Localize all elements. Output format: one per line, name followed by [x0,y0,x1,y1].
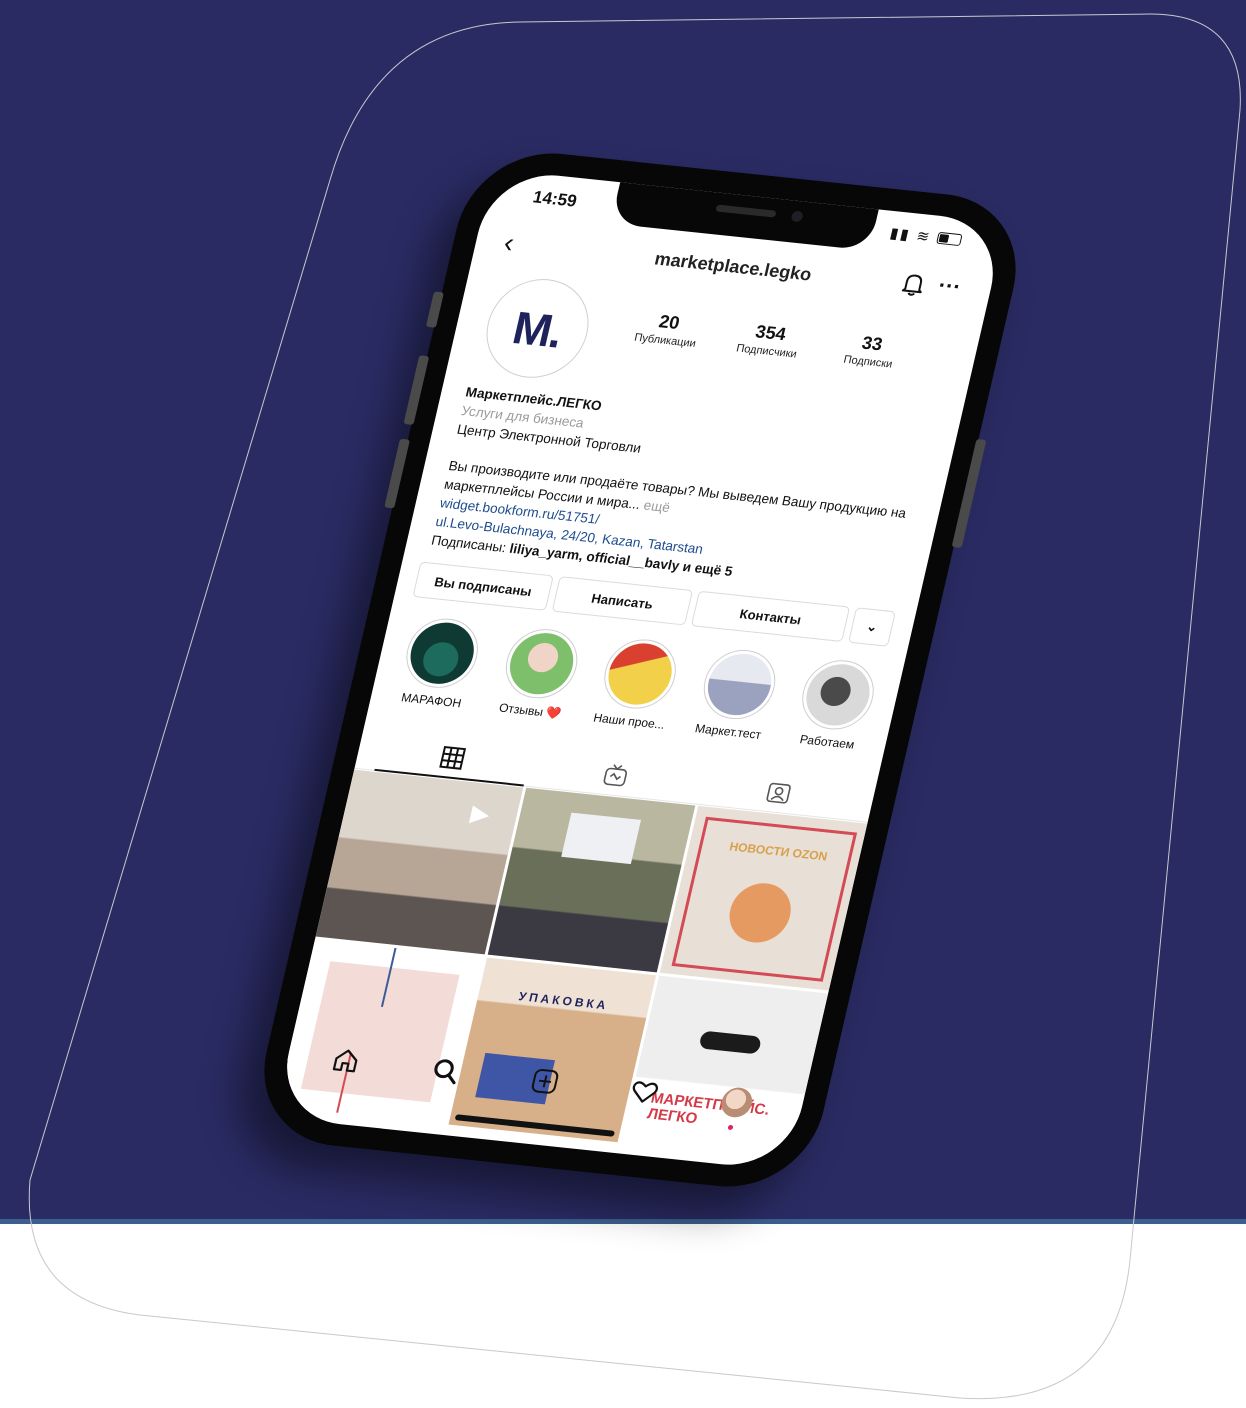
highlight-projects[interactable]: Наши прое... [582,635,694,733]
highlight-label: Маркет.тест [693,721,763,742]
heart-icon[interactable] [627,1077,661,1107]
following-button[interactable]: Вы подписаны [412,561,554,611]
highlight-ring [696,646,782,723]
home-icon[interactable] [329,1045,363,1075]
status-time: 14:59 [531,187,579,211]
stat-posts[interactable]: 20 Публикации [616,307,719,351]
highlight-ring [597,636,683,713]
highlight-marathon[interactable]: МАРАФОН [384,614,496,712]
post-phone-image [698,1030,763,1055]
speaker [715,204,777,218]
highlight-cover [503,629,579,698]
wifi-icon: ≋ [914,227,934,246]
battery-icon [936,231,963,247]
highlight-label: МАРАФОН [399,690,463,711]
post-tile[interactable]: НОВОСТИ OZON [659,805,868,991]
stat-following[interactable]: 33 Подписки [819,329,922,373]
search-icon[interactable] [428,1056,462,1086]
highlight-cover [701,650,777,719]
post-tile[interactable] [487,787,696,973]
post-tile[interactable]: МАРКЕТПЛЕЙС. ЛЕГКО [620,975,829,1161]
highlight-reviews[interactable]: Отзывы ❤️ [483,624,595,722]
profile-bio: Маркетплейс.ЛЕГКО Услуги для бизнеса Цен… [429,382,935,598]
play-icon: ▶ [468,800,492,827]
message-button[interactable]: Написать [551,576,694,626]
profile-avatar-nav[interactable] [718,1086,756,1119]
stat-followers[interactable]: 354 Подписчики [717,318,820,362]
signal-icon: ▮▮ [888,224,913,244]
highlight-cover [404,619,481,687]
suggested-chevron-button[interactable]: ⌄ [848,607,896,647]
tagged-icon[interactable] [764,779,793,805]
post-screen-image [561,812,642,865]
highlight-cover [602,640,678,708]
bio-more-link[interactable]: ещё [642,498,671,515]
highlight-ring [795,656,881,733]
highlight-label: Работаем [798,732,856,752]
igtv-icon[interactable] [601,762,630,788]
highlight-market-test[interactable]: Маркет.тест [681,645,793,743]
post-tile[interactable]: ▶ [315,769,524,955]
front-camera [790,210,804,223]
post-caption: УПАКОВКА [517,989,611,1013]
avatar-logo-text: M. [507,301,567,358]
profile-stats: 20 Публикации 354 Подписчики 33 Подписки [616,307,922,373]
profile-avatar[interactable]: M. [476,274,599,383]
highlight-ring [399,615,485,692]
highlight-label: Наши прое... [592,710,667,732]
highlight-cover [800,661,876,729]
highlight-working[interactable]: Работаем [780,656,892,754]
grid-icon[interactable] [438,745,467,771]
new-post-icon[interactable] [528,1066,562,1096]
contacts-button[interactable]: Контакты [690,590,851,642]
highlight-label: Отзывы ❤️ [497,700,563,721]
status-icons: ▮▮ ≋ [888,224,963,249]
highlight-ring [498,625,584,702]
